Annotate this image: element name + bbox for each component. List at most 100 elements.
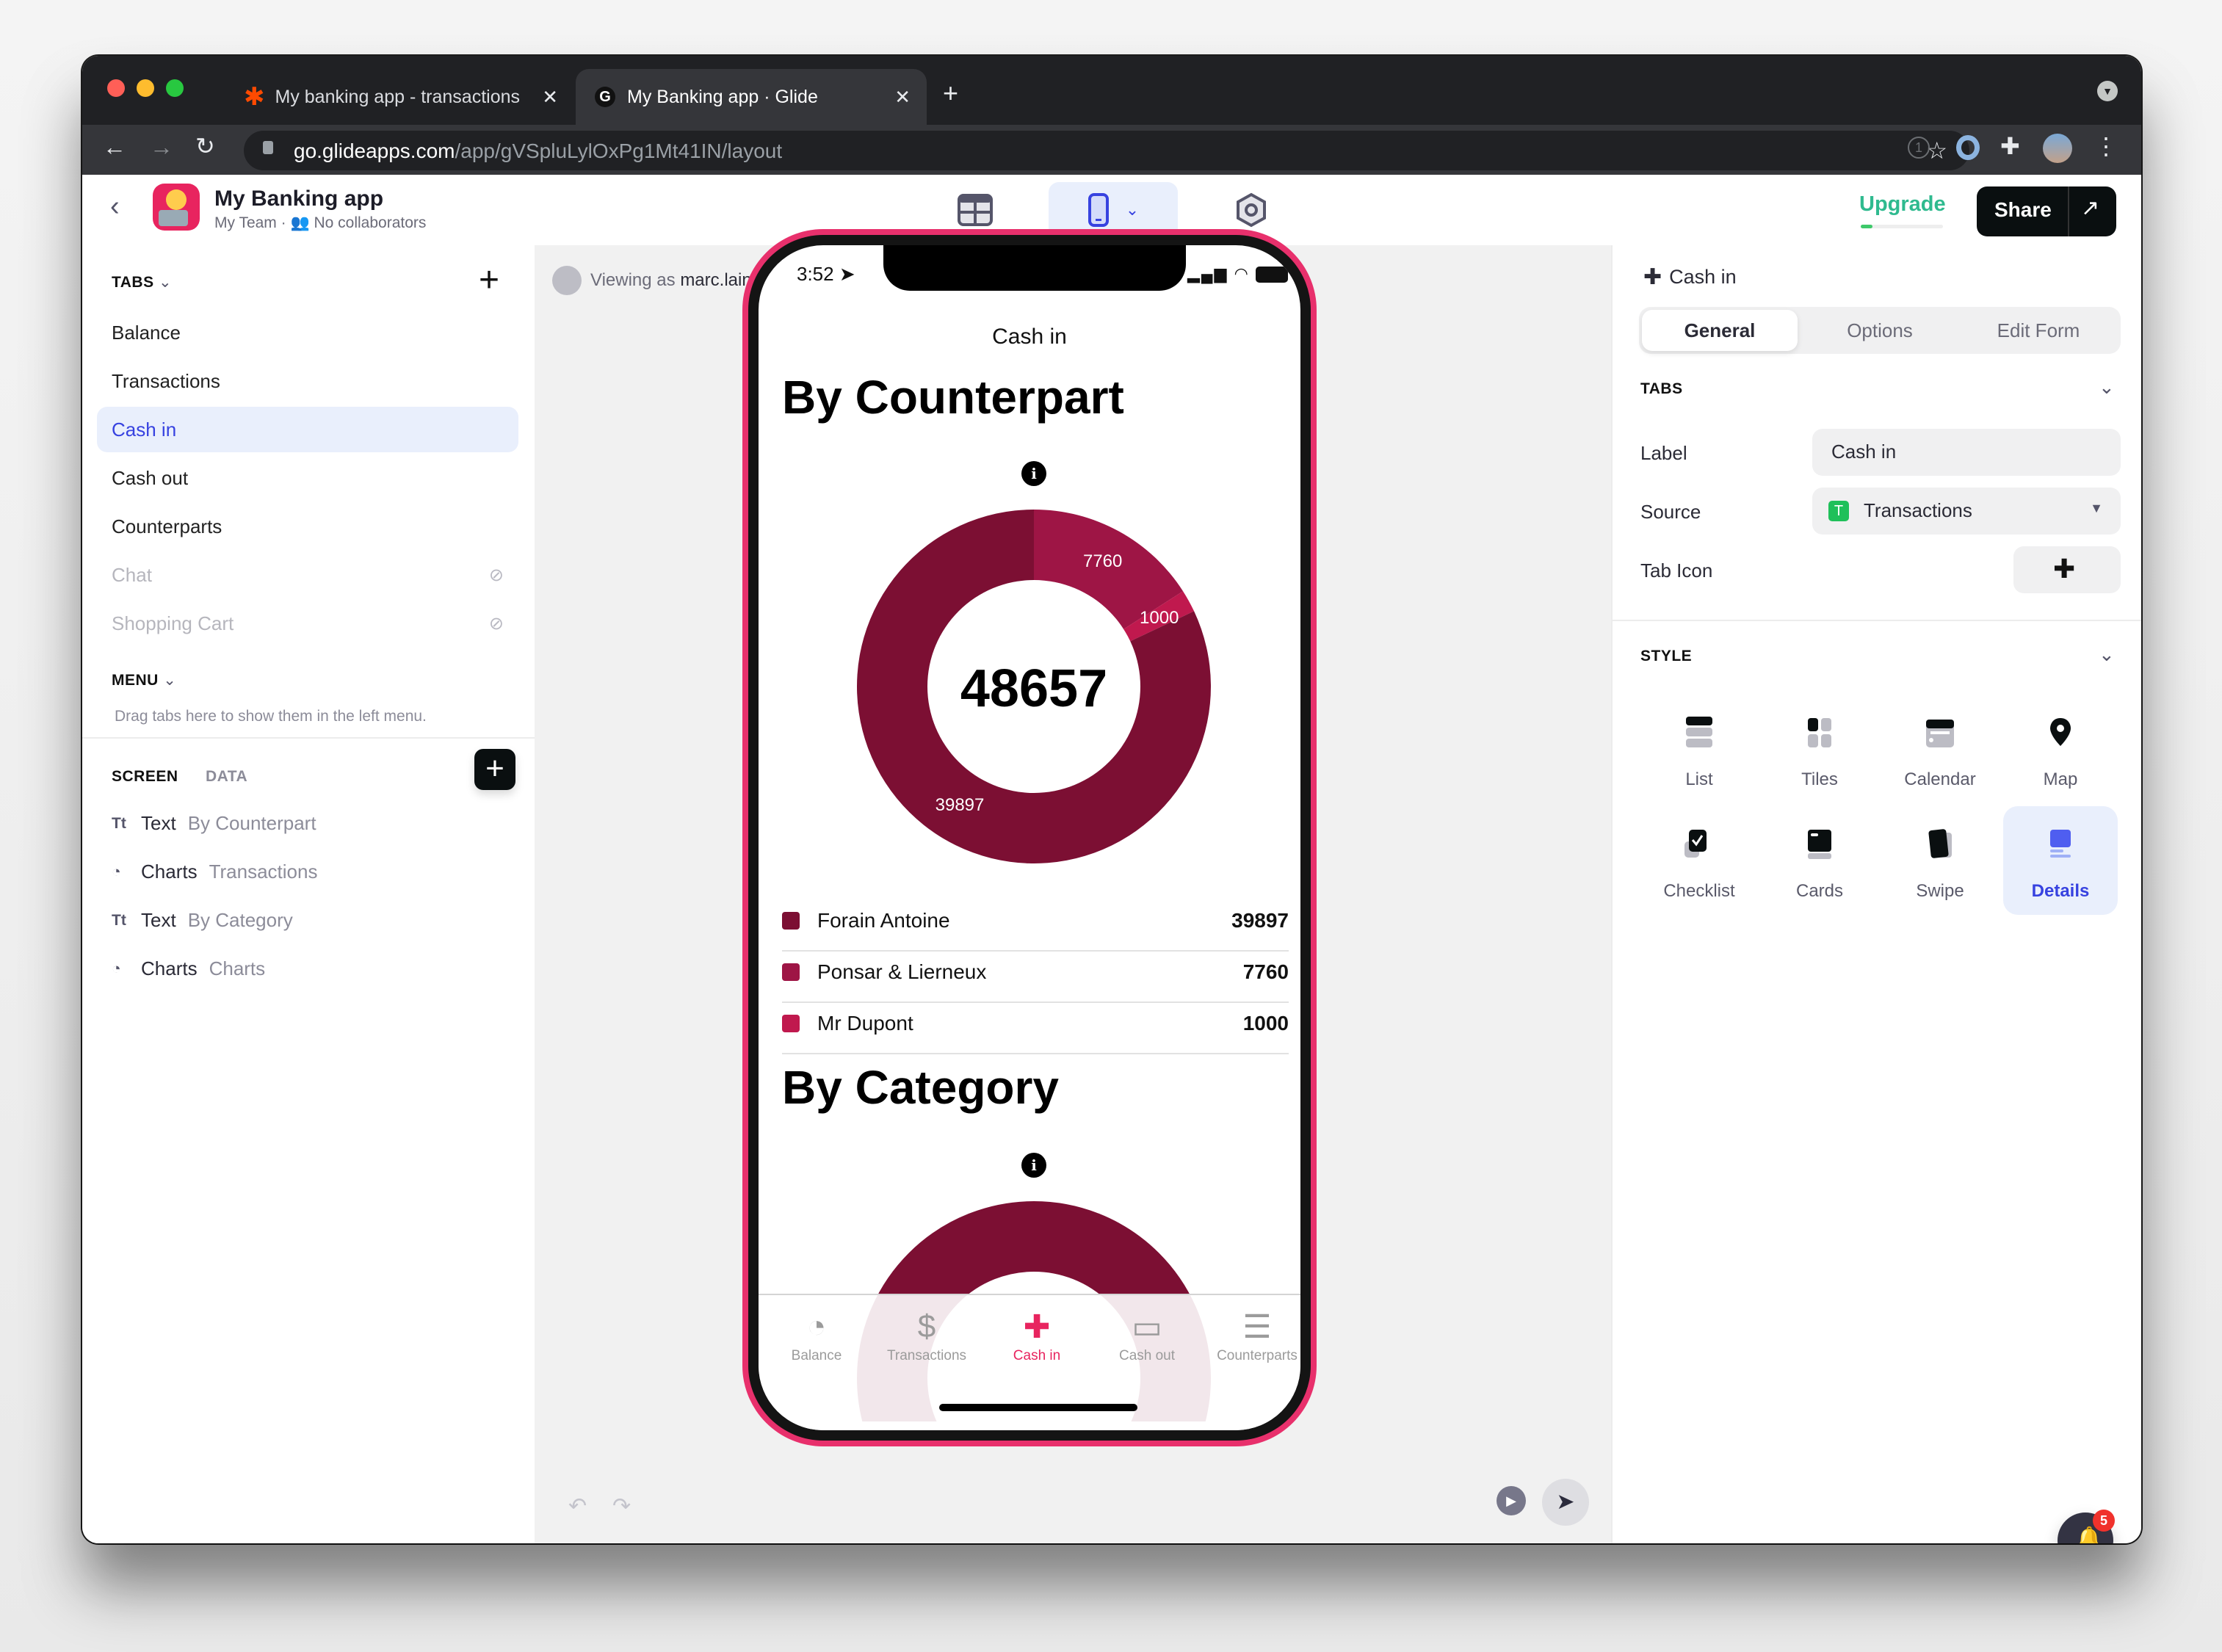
- style-swipe[interactable]: Swipe: [1883, 806, 1997, 915]
- tab-item-balance[interactable]: Balance: [97, 310, 518, 355]
- component-text-by-counterpart[interactable]: Tt Text By Counterpart: [112, 812, 316, 835]
- browser-tab-glide[interactable]: G My Banking app · Glide ✕: [576, 69, 927, 125]
- pointer-tool-button[interactable]: ➤: [1542, 1479, 1589, 1526]
- phone-notch: [883, 245, 1186, 291]
- segment-edit-form[interactable]: Edit Form: [1961, 310, 2116, 351]
- tab-item-transactions[interactable]: Transactions: [97, 358, 518, 404]
- checklist-style-icon: [1684, 830, 1707, 858]
- back-icon[interactable]: ←: [103, 134, 126, 161]
- style-details[interactable]: Details: [2003, 806, 2118, 915]
- map-pin-icon: [2050, 718, 2071, 746]
- bottom-nav-cash-in[interactable]: ✚ Cash in: [982, 1308, 1092, 1364]
- phone-preview: 3:52 ➤ ▂▄▆ ◠ Cash in By Counterpart i 48…: [742, 229, 1317, 1446]
- bottom-nav-counterparts[interactable]: ☰ Counterparts: [1202, 1308, 1300, 1364]
- legend-swatch: [782, 1015, 800, 1032]
- tab-item-shopping-cart[interactable]: Shopping Cart ⊘: [97, 601, 518, 646]
- profile-avatar[interactable]: [2043, 134, 2072, 163]
- close-tab-icon[interactable]: ✕: [542, 86, 558, 109]
- maximize-window-button[interactable]: [166, 79, 184, 97]
- browser-tab-bar: ✱ My banking app - transactions ✕ G My B…: [82, 56, 2141, 125]
- component-charts-charts[interactable]: ◔ Charts Charts: [112, 957, 265, 980]
- segment-general[interactable]: General: [1642, 310, 1798, 351]
- tabs-section-title[interactable]: TABS: [1640, 380, 1683, 398]
- bottom-nav-balance[interactable]: ◔ Balance: [761, 1308, 872, 1364]
- style-map[interactable]: Map: [2003, 695, 2118, 803]
- redo-icon[interactable]: ↷: [612, 1493, 631, 1519]
- pie-chart-icon: ◔: [112, 863, 121, 880]
- omnibox[interactable]: go.glideapps.com/app/gVSpluLylOxPg1Mt41I…: [244, 131, 1969, 170]
- legend-row[interactable]: Forain Antoine 39897: [782, 899, 1289, 952]
- style-cards[interactable]: Cards: [1762, 806, 1877, 915]
- style-tiles[interactable]: Tiles: [1762, 695, 1877, 803]
- eye-slash-icon[interactable]: ⊘: [489, 613, 504, 634]
- tab-search-icon[interactable]: ▼: [2097, 81, 2118, 101]
- tab-title: My banking app - transactions: [275, 86, 521, 107]
- component-charts-transactions[interactable]: ◔ Charts Transactions: [112, 861, 317, 883]
- undo-icon[interactable]: ↶: [568, 1493, 587, 1519]
- tab-icon-picker[interactable]: ✚: [2013, 546, 2121, 593]
- screen-tab[interactable]: SCREEN: [112, 768, 178, 786]
- app-icon[interactable]: [153, 184, 200, 231]
- add-component-button[interactable]: +: [474, 749, 515, 790]
- divider: [1613, 620, 2141, 621]
- bookmark-star-icon[interactable]: ☆: [1926, 137, 1947, 164]
- minimize-window-button[interactable]: [137, 79, 154, 97]
- chevron-down-icon: ⌄: [158, 274, 173, 291]
- source-select[interactable]: T Transactions ▼: [1812, 488, 2121, 535]
- people-icon: 👥: [290, 214, 310, 231]
- notification-count-badge: 5: [2093, 1510, 2115, 1532]
- chevron-down-icon[interactable]: ⌄: [2099, 643, 2115, 666]
- notifications-button[interactable]: 🔔 5: [2058, 1510, 2115, 1543]
- tab-item-cash-in[interactable]: Cash in: [97, 407, 518, 452]
- extension-icon[interactable]: [1956, 135, 1980, 160]
- sheet-icon: T: [1828, 501, 1849, 521]
- play-button[interactable]: ▶: [1497, 1486, 1526, 1515]
- close-tab-icon[interactable]: ✕: [894, 86, 911, 109]
- upgrade-link[interactable]: Upgrade: [1859, 192, 1946, 217]
- list-style-icon: [1686, 717, 1712, 747]
- close-window-button[interactable]: [107, 79, 125, 97]
- component-text-by-category[interactable]: Tt Text By Category: [112, 909, 293, 932]
- add-tab-button[interactable]: +: [479, 260, 499, 300]
- divider: [82, 737, 535, 739]
- lock-icon: [263, 141, 273, 154]
- password-manager-icon[interactable]: 1: [1908, 137, 1930, 159]
- eye-slash-icon[interactable]: ⊘: [489, 565, 504, 586]
- style-calendar[interactable]: Calendar: [1883, 695, 1997, 803]
- browser-menu-icon[interactable]: ⋮: [2094, 132, 2118, 160]
- info-icon[interactable]: i: [1021, 461, 1046, 486]
- text-icon: Tt: [112, 814, 126, 832]
- style-section-title[interactable]: STYLE: [1640, 648, 1692, 665]
- bottom-nav-cash-out[interactable]: ▭ Cash out: [1092, 1308, 1202, 1364]
- style-checklist[interactable]: Checklist: [1642, 806, 1756, 915]
- chevron-down-icon[interactable]: ⌄: [2099, 376, 2115, 399]
- label-input[interactable]: Cash in: [1812, 429, 2121, 476]
- bottom-nav-transactions[interactable]: $ Transactions: [872, 1308, 982, 1364]
- tab-item-cash-out[interactable]: Cash out: [97, 455, 518, 501]
- tab-item-chat[interactable]: Chat ⊘: [97, 552, 518, 598]
- component-header: ✚ Cash in: [1643, 265, 1737, 289]
- legend-row[interactable]: Ponsar & Lierneux 7760: [782, 950, 1289, 1003]
- panel-segmented-control: General Options Edit Form: [1639, 307, 2121, 354]
- upgrade-progress-bar: [1861, 225, 1943, 228]
- forward-icon[interactable]: →: [150, 134, 173, 161]
- browser-tab-transactions[interactable]: ✱ My banking app - transactions ✕: [229, 69, 574, 125]
- source-field-label: Source: [1640, 501, 1701, 523]
- reload-icon[interactable]: ↻: [195, 132, 215, 160]
- segment-options[interactable]: Options: [1802, 310, 1958, 351]
- wifi-icon: ◠: [1234, 264, 1250, 283]
- back-chevron-icon[interactable]: ‹: [110, 191, 120, 222]
- menu-section-title[interactable]: MENU ⌄: [112, 671, 176, 689]
- open-external-icon[interactable]: ↗: [2081, 195, 2099, 221]
- legend-row[interactable]: Mr Dupont 1000: [782, 1001, 1289, 1054]
- share-button[interactable]: Share ↗: [1977, 186, 2116, 236]
- tab-item-counterparts[interactable]: Counterparts: [97, 504, 518, 549]
- extensions-puzzle-icon[interactable]: ✚: [2000, 132, 2020, 160]
- new-tab-button[interactable]: +: [943, 78, 958, 109]
- tabs-section-title[interactable]: TABS ⌄: [112, 273, 172, 291]
- style-list[interactable]: List: [1642, 695, 1756, 803]
- url-text[interactable]: go.glideapps.com/app/gVSpluLylOxPg1Mt41I…: [294, 140, 782, 163]
- data-tab[interactable]: DATA: [206, 768, 247, 786]
- chevron-down-icon: ⌄: [163, 672, 177, 689]
- info-icon[interactable]: i: [1021, 1153, 1046, 1178]
